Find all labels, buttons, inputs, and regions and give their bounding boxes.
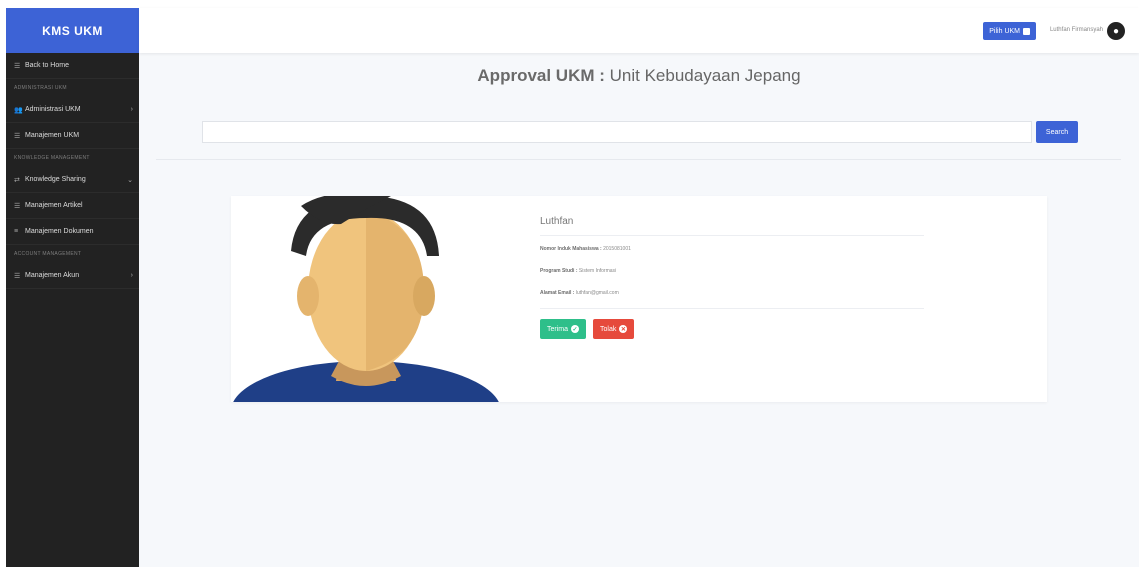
email-label: Alamat Email : [540, 290, 575, 296]
nim-field: Nomor Induk Mahasiswa : 2015081001 [540, 246, 924, 252]
sidebar-item-label: Manajemen Dokumen [25, 228, 94, 235]
pilih-ukm-label: Pilih UKM [989, 27, 1020, 35]
prodi-field: Program Studi : Sistem Informasi [540, 268, 924, 274]
sidebar-item-knowledge-sharing[interactable]: ⇄ Knowledge Sharing ⌄ [6, 167, 139, 193]
list-icon: ☰ [14, 132, 21, 140]
approval-actions: Terima ✓ Tolak ✕ [540, 319, 924, 339]
chevron-down-icon: ⌄ [127, 176, 133, 184]
close-circle-icon: ✕ [619, 325, 628, 333]
applicant-card: Luthfan Nomor Induk Mahasiswa : 20150810… [231, 196, 1047, 402]
pilih-ukm-button[interactable]: Pilih UKM [983, 22, 1036, 40]
chevron-right-icon: › [130, 106, 133, 113]
divider [540, 308, 924, 309]
sidebar-heading: ADMINISTRASI UKM [14, 85, 67, 91]
calendar-icon [1023, 27, 1030, 35]
sidebar-item-back-to-home[interactable]: ☰ Back to Home [6, 53, 139, 79]
prodi-value: Sistem Informasi [578, 268, 617, 274]
reject-button[interactable]: Tolak ✕ [593, 319, 635, 339]
page-title-prefix: Approval UKM : [477, 66, 605, 85]
sidebar-item-manajemen-dokumen[interactable]: ≡ Manajemen Dokumen [6, 219, 139, 245]
sidebar-item-manajemen-ukm[interactable]: ☰ Manajemen UKM [6, 123, 139, 149]
nim-value: 2015081001 [603, 246, 631, 252]
app-frame: KMS UKM ☰ Back to Home ADMINISTRASI UKM … [6, 8, 1139, 567]
article-icon: ☰ [14, 202, 21, 210]
sidebar-item-administrasi-ukm[interactable]: 👥 Administrasi UKM › [6, 97, 139, 123]
divider [156, 159, 1121, 160]
share-icon: ⇄ [14, 176, 20, 184]
home-icon: ☰ [14, 62, 21, 70]
document-icon: ≡ [14, 228, 19, 235]
user-name[interactable]: Luthfan Firmansyah [1050, 27, 1103, 33]
brand-logo[interactable]: KMS UKM [6, 8, 139, 53]
user-icon: ☰ [14, 272, 21, 280]
sidebar-item-label: Knowledge Sharing [25, 176, 86, 183]
prodi-label: Program Studi : [540, 268, 578, 274]
check-circle-icon: ✓ [571, 325, 580, 333]
avatar-illustration [233, 196, 499, 402]
sidebar-item-label: Administrasi UKM [25, 106, 81, 113]
reject-label: Tolak [600, 325, 617, 333]
sidebar-heading: ACCOUNT MANAGEMENT [14, 251, 82, 257]
topbar: Pilih UKM Luthfan Firmansyah ● [139, 8, 1139, 53]
accept-button[interactable]: Terima ✓ [540, 319, 587, 339]
applicant-info: Luthfan Nomor Induk Mahasiswa : 20150810… [540, 216, 924, 339]
users-icon: 👥 [14, 106, 23, 114]
sidebar-item-manajemen-akun[interactable]: ☰ Manajemen Akun › [6, 263, 139, 289]
accept-label: Terima [547, 325, 569, 333]
sidebar-item-label: Manajemen Artikel [25, 202, 83, 209]
nim-label: Nomor Induk Mahasiswa : [540, 246, 602, 252]
sidebar: KMS UKM ☰ Back to Home ADMINISTRASI UKM … [6, 8, 139, 567]
sidebar-item-label: Manajemen UKM [25, 132, 80, 139]
sidebar-item-manajemen-artikel[interactable]: ☰ Manajemen Artikel [6, 193, 139, 219]
search-bar: Search [202, 121, 1078, 143]
avatar[interactable]: ● [1107, 22, 1125, 40]
search-button[interactable]: Search [1036, 121, 1078, 143]
email-field: Alamat Email : luthfan@gmail.com [540, 290, 924, 296]
sidebar-item-label: Manajemen Akun [25, 272, 80, 279]
email-value: luthfan@gmail.com [575, 290, 619, 296]
page-title-unit: Unit Kebudayaan Jepang [609, 66, 801, 85]
page-title: Approval UKM : Unit Kebudayaan Jepang [139, 66, 1139, 86]
applicant-name: Luthfan [540, 216, 924, 236]
chevron-right-icon: › [130, 272, 133, 279]
sidebar-item-label: Back to Home [25, 62, 69, 69]
sidebar-heading: KNOWLEDGE MANAGEMENT [14, 155, 90, 161]
search-input[interactable] [202, 121, 1032, 143]
